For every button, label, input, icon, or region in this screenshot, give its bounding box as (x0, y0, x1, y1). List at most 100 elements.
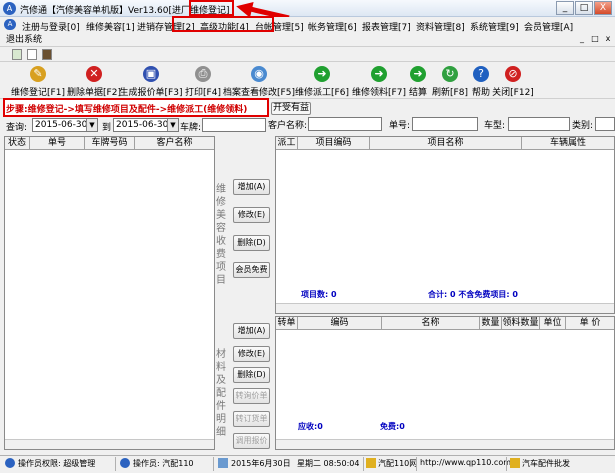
parts_section-button[interactable]: 转询价单 (233, 388, 270, 404)
service_section-button[interactable]: 会员免费 (233, 262, 270, 278)
exit-door-icon[interactable] (42, 49, 52, 60)
toolbar-button[interactable]: ⊘ 关闭[F12] (473, 66, 553, 98)
close-circle-icon: ⊘ (505, 66, 521, 82)
col-dispatch[interactable]: 派工 (276, 137, 298, 150)
col-issued-qty[interactable]: 领料数量 (502, 317, 540, 330)
col-status[interactable]: 状态 (5, 137, 30, 150)
col-item-name[interactable]: 项目名称 (370, 137, 522, 150)
service-section-label: 维修美容收费项目 (216, 184, 226, 286)
chevron-down-icon[interactable]: ▼ (167, 119, 178, 131)
parts_section-button[interactable]: 增加(A) (233, 323, 270, 339)
query-label: 查询: (6, 123, 28, 133)
open-button[interactable]: 开受有益 (271, 102, 311, 115)
parts-section-label: 材料及配件明细 (216, 349, 226, 438)
home-icon (366, 458, 376, 468)
parts-header: 转单 编码 名称 数量 领料数量 单位 单 价 (276, 317, 614, 330)
plate-label: 车牌: (180, 123, 202, 133)
service_section-button[interactable]: 增加(A) (233, 179, 270, 195)
col-customer[interactable]: 客户名称 (135, 137, 214, 150)
mdi-close-button[interactable]: x (602, 34, 614, 43)
maximize-button[interactable]: □ (575, 1, 593, 15)
app-logo-icon: A (3, 2, 16, 15)
window-title-text: 汽修通【汽修美容单机版】Ver13.60 (20, 6, 169, 16)
date-to-field[interactable]: 2015-06-30 ▼ (113, 118, 179, 132)
horizontal-scrollbar[interactable] (276, 303, 614, 313)
col-code[interactable]: 编码 (298, 317, 382, 330)
grid-icon[interactable] (12, 49, 22, 60)
horizontal-scrollbar[interactable] (5, 439, 214, 449)
status-divider (115, 457, 116, 471)
category-label: 类别: (572, 121, 594, 131)
col-vehicle-attr[interactable]: 车辆属性 (522, 137, 614, 150)
order-list-table[interactable]: 状态 单号 车牌号码 客户名称 (4, 136, 215, 450)
printer-icon: ⎙ (195, 66, 211, 82)
user-icon (120, 458, 130, 468)
customer-name-label: 客户名称: (268, 121, 308, 131)
save-icon: ▣ (143, 66, 159, 82)
chevron-down-icon[interactable]: ▼ (86, 119, 97, 131)
horizontal-scrollbar[interactable] (276, 439, 614, 449)
status-divider (416, 457, 417, 471)
status-divider (363, 457, 364, 471)
number-label: 单号: (389, 121, 411, 131)
document-icon[interactable] (27, 49, 37, 60)
col-unit-price[interactable]: 单 价 (566, 317, 614, 330)
parts_section-button[interactable]: 转订货单 (233, 411, 270, 427)
permission-text: 操作员权限: 超级管理 (18, 459, 96, 468)
item-count-text: 项目数: 0 (301, 290, 337, 299)
service-total-text: 合计: 0 不含免费项目: 0 (428, 290, 518, 299)
quick-toolbar (0, 46, 615, 62)
close-window-button[interactable]: X (594, 1, 612, 15)
delete-icon: ✕ (86, 66, 102, 82)
calendar-icon (218, 458, 228, 468)
service-items-header: 派工 项目编码 项目名称 车辆属性 (276, 137, 614, 150)
col-number[interactable]: 单号 (30, 137, 85, 150)
site-url-text[interactable]: http://www.qp110.com (420, 458, 511, 467)
parts_section-button[interactable]: 修改(E) (233, 346, 270, 362)
mdi-minimize-button[interactable]: _ (576, 34, 588, 43)
status-divider (213, 457, 214, 471)
free-text: 免费:0 (380, 422, 405, 431)
date-to-value: 2015-06-30 (116, 120, 169, 130)
service_section-button[interactable]: 删除(D) (233, 235, 270, 251)
order-list-header: 状态 单号 车牌号码 客户名称 (5, 137, 214, 150)
number-input[interactable] (412, 117, 478, 131)
mdi-restore-button[interactable]: □ (589, 34, 601, 43)
ad-text[interactable]: 汽车配件批发 (522, 458, 570, 469)
workflow-steps-text: 步骤:维修登记->填写维修项目及配件->维修派工(维修领料) (6, 105, 248, 115)
mdi-app-icon: A (4, 19, 16, 30)
service-items-table[interactable]: 派工 项目编码 项目名称 车辆属性 项目数: 0 合计: 0 不含免费项目: 0 (275, 136, 615, 314)
to-label: 到 (102, 123, 112, 133)
minimize-button[interactable]: _ (556, 1, 574, 15)
weekday-time-text: 星期二 08:50:04 (297, 459, 360, 468)
col-plate[interactable]: 车牌号码 (85, 137, 135, 150)
site-text[interactable]: 汽配110网 (378, 458, 417, 469)
col-transfer[interactable]: 转单 (276, 317, 298, 330)
exit-system-menu[interactable]: 退出系统 (6, 32, 42, 45)
category-input[interactable] (595, 117, 615, 131)
home-icon (510, 458, 520, 468)
menu-annotation-box (172, 16, 274, 32)
view-icon: ◉ (251, 66, 267, 82)
mdi-row: 退出系统 (0, 32, 615, 45)
car-type-input[interactable] (508, 117, 570, 131)
receivable-text: 应收:0 (298, 422, 323, 431)
operator-text: 操作员: 汽配110 (133, 459, 194, 468)
car-type-label: 车型: (484, 121, 506, 131)
parts-table[interactable]: 转单 编码 名称 数量 领料数量 单位 单 价 应收:0 免费:0 (275, 316, 615, 450)
col-quantity[interactable]: 数量 (480, 317, 502, 330)
user-icon (5, 458, 15, 468)
col-name[interactable]: 名称 (382, 317, 480, 330)
col-unit[interactable]: 单位 (540, 317, 566, 330)
plate-input[interactable] (202, 118, 266, 132)
status-divider (506, 457, 507, 471)
parts_section-button[interactable]: 调用报价 (233, 433, 270, 449)
date-text: 2015年6月30日 (231, 459, 291, 468)
title-annotation-box (189, 0, 234, 16)
toolbar-button-label: 关闭[F12] (492, 88, 534, 98)
date-from-field[interactable]: 2015-06-30 ▼ (32, 118, 98, 132)
col-item-code[interactable]: 项目编码 (298, 137, 370, 150)
service_section-button[interactable]: 修改(E) (233, 207, 270, 223)
parts_section-button[interactable]: 删除(D) (233, 367, 270, 383)
customer-name-input[interactable] (308, 117, 382, 131)
